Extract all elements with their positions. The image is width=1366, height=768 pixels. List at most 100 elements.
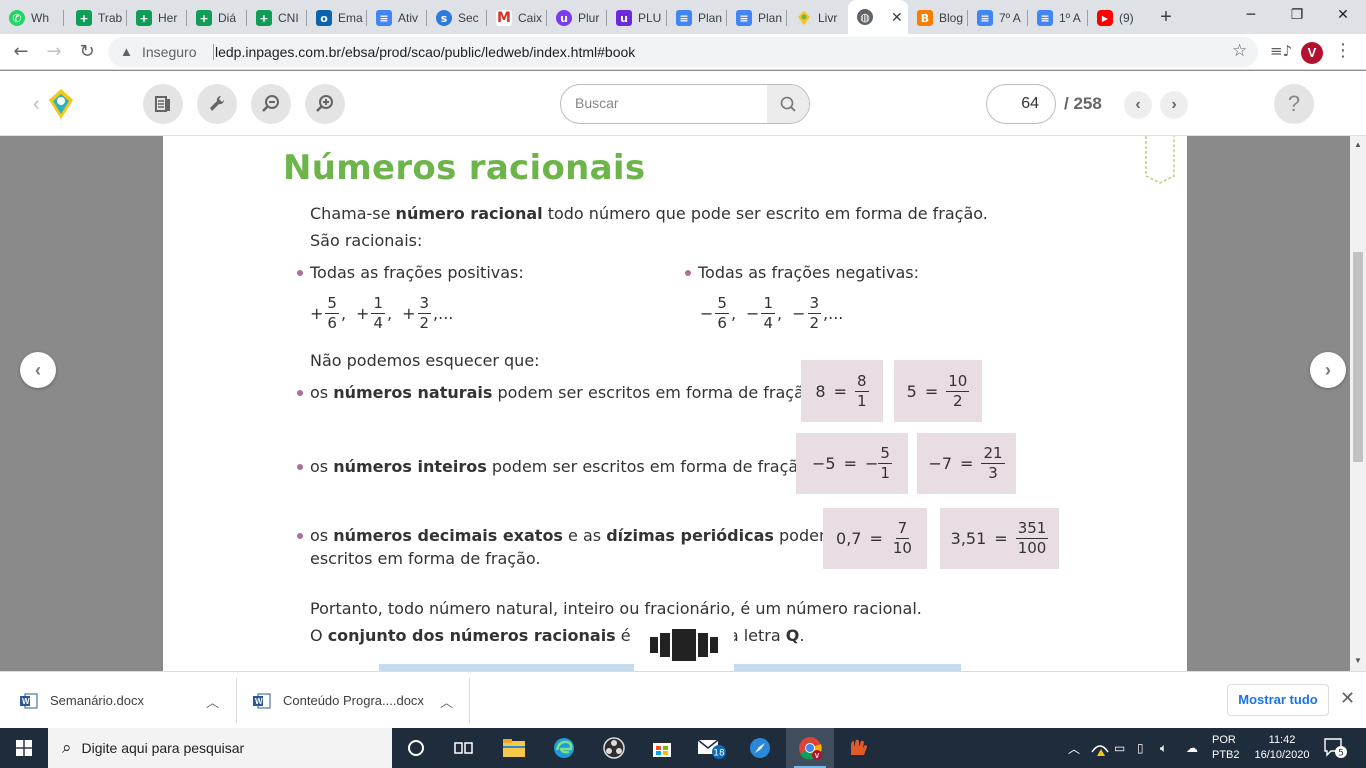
reader-back-icon[interactable]: ‹ (33, 93, 40, 116)
close-window-icon[interactable]: ✕ (1320, 0, 1366, 32)
svg-text:W: W (22, 697, 30, 706)
glove-app-icon[interactable] (834, 728, 882, 768)
tab-plan[interactable]: ≡ Plan (667, 4, 727, 32)
docs-icon: ≡ (736, 10, 752, 26)
tab-dia[interactable]: + Diá (187, 4, 247, 32)
tab-plurall[interactable]: u Plur (547, 4, 607, 32)
book-list-icon[interactable] (143, 84, 183, 124)
tab-whatsapp[interactable]: ✆ Wh (0, 4, 64, 32)
security-label[interactable]: Inseguro (142, 44, 196, 60)
clock[interactable]: 11:42 16/10/2020 (1252, 733, 1312, 763)
safari-like-icon[interactable] (736, 728, 784, 768)
bookmark-ribbon-icon[interactable] (1145, 136, 1175, 184)
previous-page-arrow-icon[interactable]: ‹ (20, 352, 56, 388)
network-warning-icon[interactable] (1090, 728, 1110, 768)
tab-7a[interactable]: ≡ 7º A (968, 4, 1028, 32)
obs-icon[interactable] (590, 728, 638, 768)
media-control-icon[interactable]: ≡♪ (1270, 42, 1292, 60)
blogger-icon: B (917, 10, 933, 26)
bookmark-star-icon[interactable]: ☆ (1232, 41, 1247, 61)
tab-ativ[interactable]: ≡ Ativ (367, 4, 427, 32)
url-text[interactable]: ledp.inpages.com.br/ebsa/prod/scao/publi… (215, 44, 635, 60)
restore-icon[interactable]: ❐ (1274, 0, 1320, 32)
tab-plurall-2[interactable]: u PLU (607, 4, 667, 32)
next-page-arrow-icon[interactable]: › (1310, 352, 1346, 388)
tab-plan-2[interactable]: ≡ Plan (727, 4, 787, 32)
mail-badge-count: 18 (713, 749, 725, 759)
chevron-up-icon[interactable]: ︿ (440, 692, 453, 711)
chevron-up-icon[interactable]: ︿ (206, 692, 219, 711)
page-total: / 258 (1064, 94, 1102, 113)
tab-her[interactable]: + Her (127, 4, 187, 32)
zoom-in-icon[interactable] (305, 84, 345, 124)
page-thumbnails-handle[interactable] (634, 616, 734, 671)
fraction: 56 (325, 294, 339, 332)
windows-start-icon[interactable] (0, 728, 48, 768)
scroll-down-icon[interactable]: ▼ (1354, 656, 1362, 665)
close-downloads-icon[interactable]: ✕ (1340, 688, 1355, 709)
tab-title: Diá (218, 11, 237, 25)
tab-cni[interactable]: + CNI (247, 4, 307, 32)
tab-email[interactable]: o Ema (307, 4, 367, 32)
mail-icon[interactable]: 18 (688, 728, 736, 768)
minimize-icon[interactable]: ─ (1228, 0, 1274, 32)
back-icon[interactable]: ← (9, 40, 33, 64)
profile-avatar[interactable]: V (1301, 42, 1323, 64)
show-all-button[interactable]: Mostrar tudo (1227, 684, 1329, 716)
book-search-box (560, 84, 810, 124)
tab-blog[interactable]: B Blog (908, 4, 968, 32)
file-explorer-icon[interactable] (490, 728, 538, 768)
close-tab-icon[interactable]: ✕ (891, 9, 903, 26)
chrome-icon[interactable]: V (786, 728, 834, 768)
tab-title: Wh (31, 11, 49, 25)
scroll-up-icon[interactable]: ▲ (1354, 140, 1362, 149)
help-button[interactable]: ? (1274, 84, 1314, 124)
negative-fractions-list: − 56 , − 14 , − 32 ,... (700, 294, 844, 332)
positive-fractions-label: Todas as frações positivas: (310, 263, 524, 282)
battery-icon[interactable]: ▯ (1137, 728, 1144, 768)
cortana-icon[interactable] (392, 728, 440, 768)
tab-trab[interactable]: + Trab (67, 4, 127, 32)
notification-center-icon[interactable]: 5 (1322, 736, 1348, 760)
next-page-icon[interactable]: › (1160, 91, 1188, 119)
download-item[interactable]: W Semanário.docx (20, 672, 144, 729)
new-tab-button[interactable]: + (1155, 6, 1177, 28)
scrollbar[interactable]: ▲ ▼ (1350, 136, 1366, 671)
globe-icon: ◍ (857, 9, 873, 25)
book-icon (796, 10, 812, 26)
onedrive-icon[interactable]: ☁︎ (1186, 728, 1198, 768)
volume-icon[interactable]: 🔈︎ (1160, 728, 1167, 768)
tab-1a[interactable]: ≡ 1º A (1028, 4, 1088, 32)
tab-livro[interactable]: Livr (787, 4, 847, 32)
divider (213, 44, 214, 60)
language-indicator[interactable]: POR PTB2 (1212, 733, 1240, 763)
positive-fractions-list: + 56 , + 14 , + 32 ,... (310, 294, 454, 332)
kebab-menu-icon[interactable]: ⋮ (1334, 40, 1352, 61)
tab-active[interactable]: ◍ ✕ (848, 0, 908, 34)
edge-icon[interactable] (540, 728, 588, 768)
tab-gmail[interactable]: M Caix (487, 4, 547, 32)
zoom-out-icon[interactable] (251, 84, 291, 124)
taskbar-search[interactable]: ⌕ Digite aqui para pesquisar (48, 728, 392, 768)
tab-sec[interactable]: s Sec (427, 4, 487, 32)
address-bar[interactable]: ▲ Inseguro ledp.inpages.com.br/ebsa/prod… (108, 37, 1258, 67)
tray-chevron-icon[interactable]: ︿ (1068, 728, 1080, 768)
monitor-icon[interactable]: ▭ (1114, 728, 1125, 768)
download-item[interactable]: W Conteúdo Progra....docx (253, 672, 424, 729)
plurall-icon: u (556, 10, 572, 26)
tab-youtube[interactable]: ▶ (9) (1088, 4, 1144, 32)
warning-icon[interactable]: ▲ (120, 44, 133, 59)
word-doc-icon: W (253, 693, 271, 709)
store-icon[interactable] (638, 728, 686, 768)
search-icon[interactable] (767, 85, 809, 123)
scroll-thumb[interactable] (1353, 252, 1363, 462)
task-view-icon[interactable] (440, 728, 488, 768)
previous-page-icon[interactable]: ‹ (1124, 91, 1152, 119)
fraction-box: 5 = 10 2 (894, 360, 982, 422)
forward-icon[interactable]: → (42, 40, 66, 64)
clock-time: 11:42 (1268, 734, 1296, 746)
wrench-icon[interactable] (197, 84, 237, 124)
page-number-input[interactable] (995, 95, 1039, 113)
reload-icon[interactable]: ↻ (75, 40, 99, 64)
book-search-input[interactable] (575, 95, 765, 111)
